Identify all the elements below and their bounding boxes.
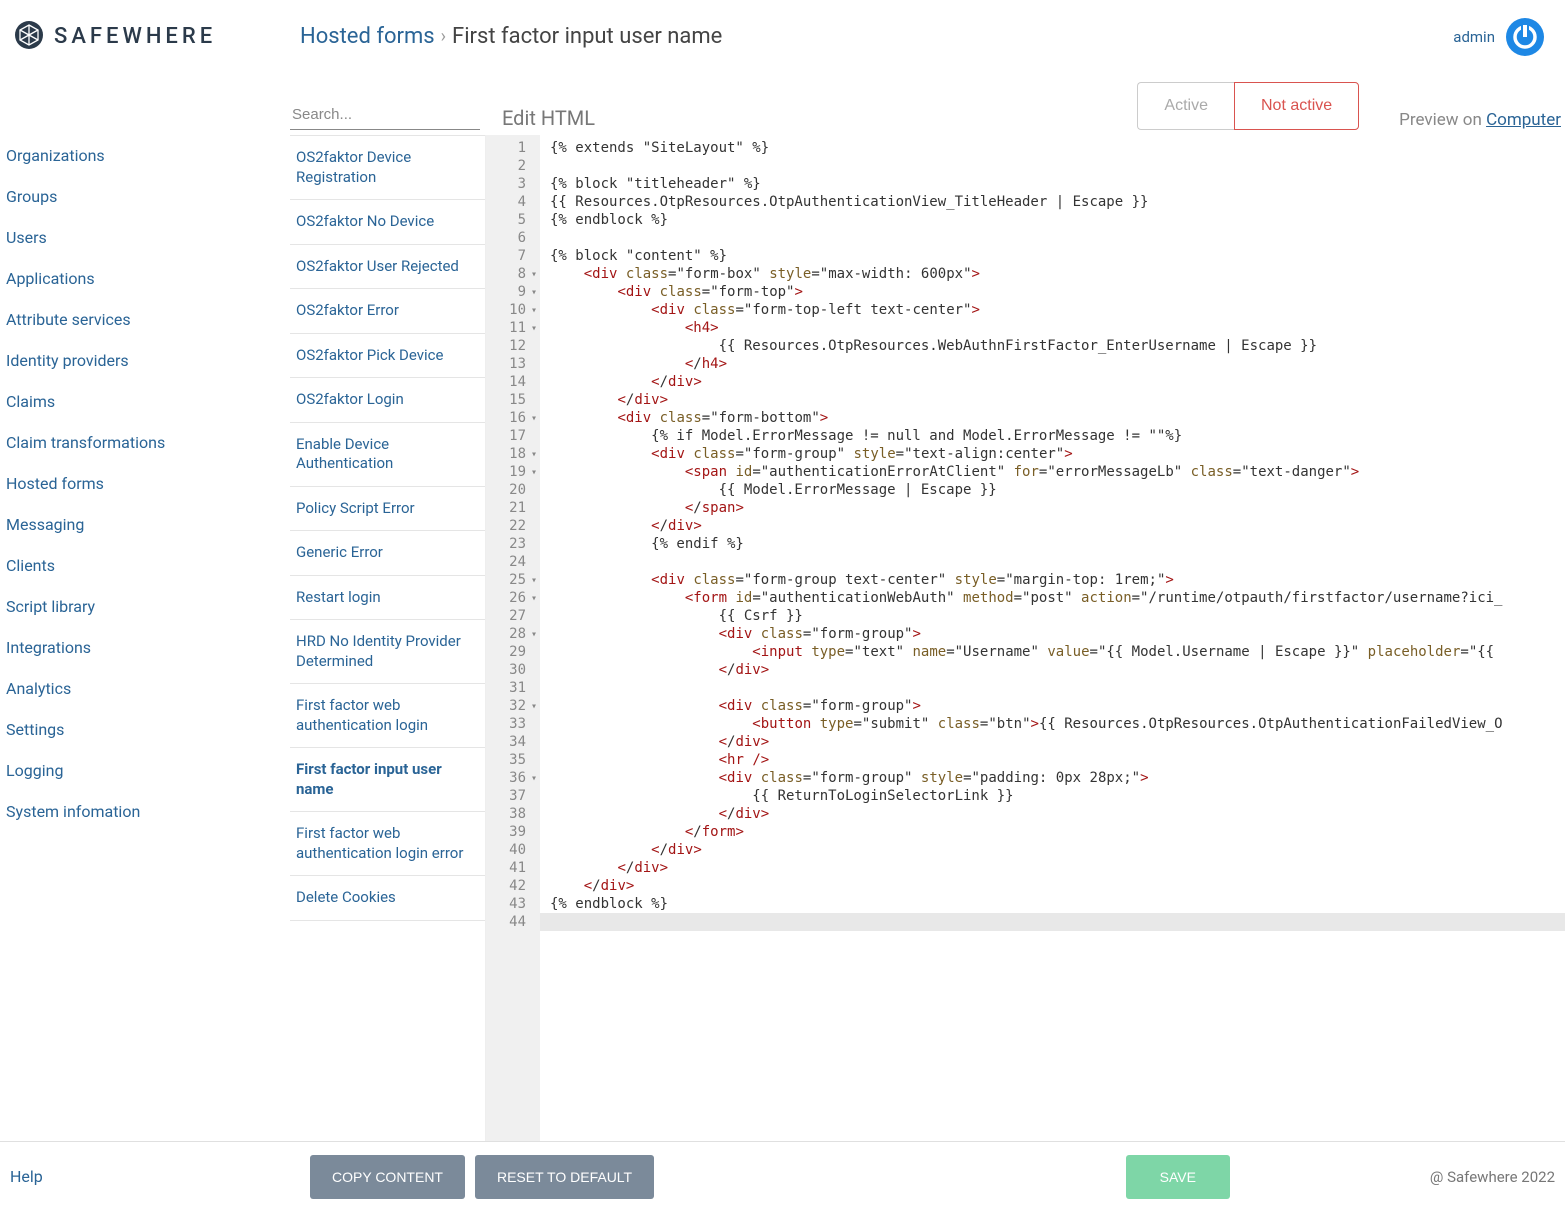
form-list-item[interactable]: Delete Cookies — [290, 876, 485, 921]
nav-item-identity-providers[interactable]: Identity providers — [6, 340, 290, 381]
breadcrumb-current: First factor input user name — [452, 24, 722, 49]
form-list-item[interactable]: HRD No Identity Provider Determined — [290, 620, 485, 684]
nav-item-organizations[interactable]: Organizations — [6, 135, 290, 176]
form-list-item[interactable]: Generic Error — [290, 531, 485, 576]
nav-item-clients[interactable]: Clients — [6, 545, 290, 586]
brand-logo-icon — [14, 20, 54, 54]
form-list-item[interactable]: OS2faktor No Device — [290, 200, 485, 245]
breadcrumb-link-hosted-forms[interactable]: Hosted forms — [300, 24, 435, 49]
nav-item-hosted-forms[interactable]: Hosted forms — [6, 463, 290, 504]
nav-item-settings[interactable]: Settings — [6, 709, 290, 750]
reset-to-default-button[interactable]: RESET TO DEFAULT — [475, 1155, 654, 1199]
form-list-item[interactable]: First factor input user name — [290, 748, 485, 812]
preview-prefix: Preview on — [1399, 110, 1486, 130]
form-list-item[interactable]: OS2faktor Device Registration — [290, 136, 485, 200]
active-button[interactable]: Active — [1137, 82, 1234, 130]
breadcrumb: Hosted forms › First factor input user n… — [300, 24, 1453, 49]
search-input[interactable] — [290, 100, 480, 130]
user-name-link[interactable]: admin — [1453, 28, 1495, 46]
form-list-item[interactable]: Restart login — [290, 576, 485, 621]
nav-item-system-infomation[interactable]: System infomation — [6, 791, 290, 832]
nav-item-groups[interactable]: Groups — [6, 176, 290, 217]
preview-target-link[interactable]: Computer — [1486, 110, 1561, 130]
form-list-item[interactable]: OS2faktor Login — [290, 378, 485, 423]
nav-item-claim-transformations[interactable]: Claim transformations — [6, 422, 290, 463]
copy-content-button[interactable]: COPY CONTENT — [310, 1155, 465, 1199]
copyright: @ Safewhere 2022 — [1430, 1168, 1555, 1186]
breadcrumb-separator: › — [441, 26, 446, 47]
power-avatar-icon[interactable] — [1505, 17, 1545, 57]
editor-title: Edit HTML — [502, 106, 1117, 130]
nav-item-users[interactable]: Users — [6, 217, 290, 258]
nav-item-analytics[interactable]: Analytics — [6, 668, 290, 709]
nav-item-logging[interactable]: Logging — [6, 750, 290, 791]
form-list-item[interactable]: Enable Device Authentication — [290, 423, 485, 487]
form-list-item[interactable]: First factor web authentication login er… — [290, 812, 485, 876]
nav-item-messaging[interactable]: Messaging — [6, 504, 290, 545]
nav-item-applications[interactable]: Applications — [6, 258, 290, 299]
form-list-item[interactable]: OS2faktor Error — [290, 289, 485, 334]
form-list-item[interactable]: OS2faktor User Rejected — [290, 245, 485, 290]
help-link[interactable]: Help — [10, 1167, 300, 1186]
save-button[interactable]: SAVE — [1126, 1155, 1230, 1199]
nav-item-attribute-services[interactable]: Attribute services — [6, 299, 290, 340]
nav-item-script-library[interactable]: Script library — [6, 586, 290, 627]
form-list-item[interactable]: First factor web authentication login — [290, 684, 485, 748]
active-toggle: Active Not active — [1137, 82, 1359, 130]
form-list-item[interactable]: OS2faktor Pick Device — [290, 334, 485, 379]
preview-label: Preview on Computer — [1399, 110, 1565, 130]
nav-item-integrations[interactable]: Integrations — [6, 627, 290, 668]
not-active-button[interactable]: Not active — [1234, 82, 1359, 130]
form-list[interactable]: OS2faktor Device RegistrationOS2faktor N… — [290, 135, 485, 1141]
code-editor[interactable]: 12345678▾9▾10▾11▾1213141516▾1718▾19▾2021… — [485, 135, 1565, 1141]
brand-text: SAFEWHERE — [54, 24, 216, 49]
nav-item-claims[interactable]: Claims — [6, 381, 290, 422]
form-list-item[interactable]: Policy Script Error — [290, 487, 485, 532]
left-nav: OrganizationsGroupsUsersApplicationsAttr… — [0, 65, 290, 1141]
brand: SAFEWHERE — [10, 20, 300, 54]
